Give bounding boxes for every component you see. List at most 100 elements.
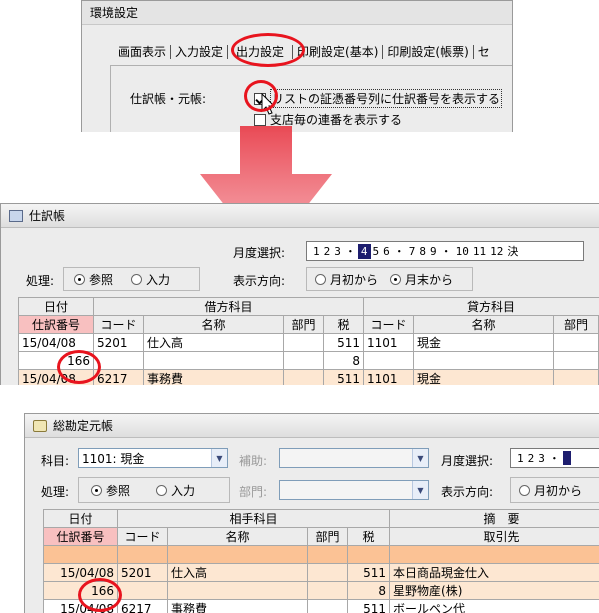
month-2[interactable]: 2: [322, 245, 333, 258]
row-dept2[interactable]: [553, 369, 599, 385]
row-dept2[interactable]: [553, 351, 599, 370]
direction-end-radio[interactable]: [390, 273, 402, 285]
row-dept[interactable]: [283, 369, 324, 385]
ledger-direction-start-radio[interactable]: [519, 484, 530, 496]
tab-more[interactable]: セ: [474, 45, 494, 59]
table-row[interactable]: 15/04/08 5201 仕入高 511 本日商品現金仕入: [43, 563, 599, 582]
row-dept2[interactable]: [553, 333, 599, 352]
row-summary[interactable]: 本日商品現金仕入: [389, 563, 599, 582]
chevron-down-icon[interactable]: ▼: [412, 449, 428, 467]
month-9[interactable]: 9: [428, 245, 439, 258]
month-6[interactable]: 6: [381, 245, 392, 258]
ledger-mode-view-label: 参照: [106, 483, 131, 498]
row-code[interactable]: [93, 351, 144, 370]
row-code[interactable]: 6217: [93, 369, 144, 385]
row-code2[interactable]: 1101: [363, 333, 415, 352]
row-tax[interactable]: 511: [322, 369, 365, 385]
journal-month-selector[interactable]: 1 2 3 ・ 4 5 6 ・ 7 8 9 ・ 10 11 12 決: [306, 241, 584, 261]
col-credit-code: コード: [363, 315, 415, 334]
sub-account-select[interactable]: ▼: [279, 448, 429, 468]
direction-start-label: 月初から: [330, 272, 379, 287]
month-1[interactable]: 1: [515, 452, 526, 465]
direction-start-radio[interactable]: [315, 273, 326, 285]
table-row[interactable]: 15/04/08 5201 仕入高 511 1101 現金: [18, 333, 599, 352]
mode-input-radio[interactable]: [131, 273, 143, 285]
col-code: コード: [117, 527, 168, 546]
row-name[interactable]: 仕入高: [143, 333, 284, 352]
row-tax[interactable]: 8: [322, 351, 365, 370]
row-dept[interactable]: [283, 333, 324, 352]
row-entry-number[interactable]: 166: [43, 581, 118, 600]
month-11[interactable]: 11: [471, 245, 488, 258]
row-name2[interactable]: [413, 351, 555, 370]
chevron-down-icon[interactable]: ▼: [412, 481, 428, 499]
month-3[interactable]: 3: [332, 245, 343, 258]
row-dept[interactable]: [307, 563, 348, 582]
row-dept[interactable]: [283, 351, 324, 370]
tab-print-forms[interactable]: 印刷設定(帳票): [383, 45, 474, 59]
row-code[interactable]: 6217: [117, 599, 168, 613]
row-code[interactable]: 5201: [117, 563, 168, 582]
ledger-mode-input-radio[interactable]: [156, 484, 168, 496]
month-selected-marker[interactable]: [562, 451, 571, 465]
tab-print-basic[interactable]: 印刷設定(基本): [293, 45, 384, 59]
row-client[interactable]: 星野物産(株): [389, 581, 599, 600]
row-name[interactable]: 事務費: [143, 369, 284, 385]
ledger-month-selector[interactable]: 1 2 3 ・: [510, 448, 599, 468]
row-dept[interactable]: [307, 581, 348, 600]
row-name[interactable]: [167, 581, 308, 600]
ledger-table: 日付 相手科目 摘 要 仕訳番号 コード 名称 部門 税 取引先 15/04/0…: [43, 509, 599, 613]
mode-view-radio[interactable]: [74, 273, 85, 285]
month-7[interactable]: 7: [407, 245, 418, 258]
col-entry-number: 仕訳番号: [43, 527, 118, 546]
row-name2[interactable]: 現金: [413, 369, 555, 385]
dept-label: 部門:: [239, 485, 268, 499]
show-entry-number-option[interactable]: リストの証憑番号列に仕訳番号を表示する: [254, 89, 503, 108]
month-1[interactable]: 1: [311, 245, 322, 258]
month-10[interactable]: 10: [454, 245, 471, 258]
show-entry-number-label: リストの証憑番号列に仕訳番号を表示する: [270, 89, 503, 108]
row-tax[interactable]: 511: [346, 563, 391, 582]
dept-select[interactable]: ▼: [279, 480, 429, 500]
direction-end-label: 月末から: [405, 272, 454, 287]
row-name[interactable]: 事務費: [167, 599, 308, 613]
row-date[interactable]: 15/04/08: [43, 563, 118, 582]
row-summary[interactable]: ボールペン代: [389, 599, 599, 613]
tab-output-settings[interactable]: 出力設定: [228, 45, 294, 59]
table-row[interactable]: 15/04/08 6217 事務費 511 ボールペン代: [43, 599, 599, 613]
tab-display[interactable]: 画面表示: [114, 45, 172, 59]
table-row[interactable]: 15/04/08 6217 事務費 511 1101 現金: [18, 369, 599, 385]
row-entry-number[interactable]: 166: [18, 351, 94, 370]
table-row[interactable]: 166 8: [18, 351, 599, 370]
month-5[interactable]: 5: [371, 245, 382, 258]
row-name[interactable]: 仕入高: [167, 563, 308, 582]
month-4-selected[interactable]: 4: [357, 243, 371, 259]
carryover-row[interactable]: [43, 545, 599, 564]
row-tax[interactable]: 8: [346, 581, 391, 600]
col-credit-account: 貸方科目: [363, 297, 599, 316]
month-2[interactable]: 2: [526, 452, 537, 465]
ledger-mode-view-radio[interactable]: [91, 484, 102, 496]
mode-input-label: 入力: [146, 272, 171, 287]
row-code[interactable]: 5201: [93, 333, 144, 352]
month-3[interactable]: 3: [536, 452, 547, 465]
row-code2[interactable]: [363, 351, 415, 370]
row-tax[interactable]: 511: [346, 599, 391, 613]
table-row[interactable]: 166 8 星野物産(株): [43, 581, 599, 600]
row-code2[interactable]: 1101: [363, 369, 415, 385]
row-code[interactable]: [117, 581, 168, 600]
row-dept[interactable]: [307, 599, 348, 613]
chevron-down-icon[interactable]: ▼: [211, 449, 227, 467]
row-name2[interactable]: 現金: [413, 333, 555, 352]
row-name[interactable]: [143, 351, 284, 370]
row-date[interactable]: 15/04/08: [18, 369, 94, 385]
row-date[interactable]: 15/04/08: [43, 599, 118, 613]
journal-table: 日付 借方科目 貸方科目 仕訳番号 コード 名称 部門 税 コード 名称 部門 …: [18, 297, 599, 385]
tab-input-settings[interactable]: 入力設定: [171, 45, 229, 59]
row-tax[interactable]: 511: [322, 333, 365, 352]
month-closing[interactable]: 決: [505, 243, 520, 259]
month-8[interactable]: 8: [417, 245, 428, 258]
row-date[interactable]: 15/04/08: [18, 333, 94, 352]
month-12[interactable]: 12: [488, 245, 505, 258]
account-select[interactable]: 1101: 現金 ▼: [78, 448, 228, 468]
